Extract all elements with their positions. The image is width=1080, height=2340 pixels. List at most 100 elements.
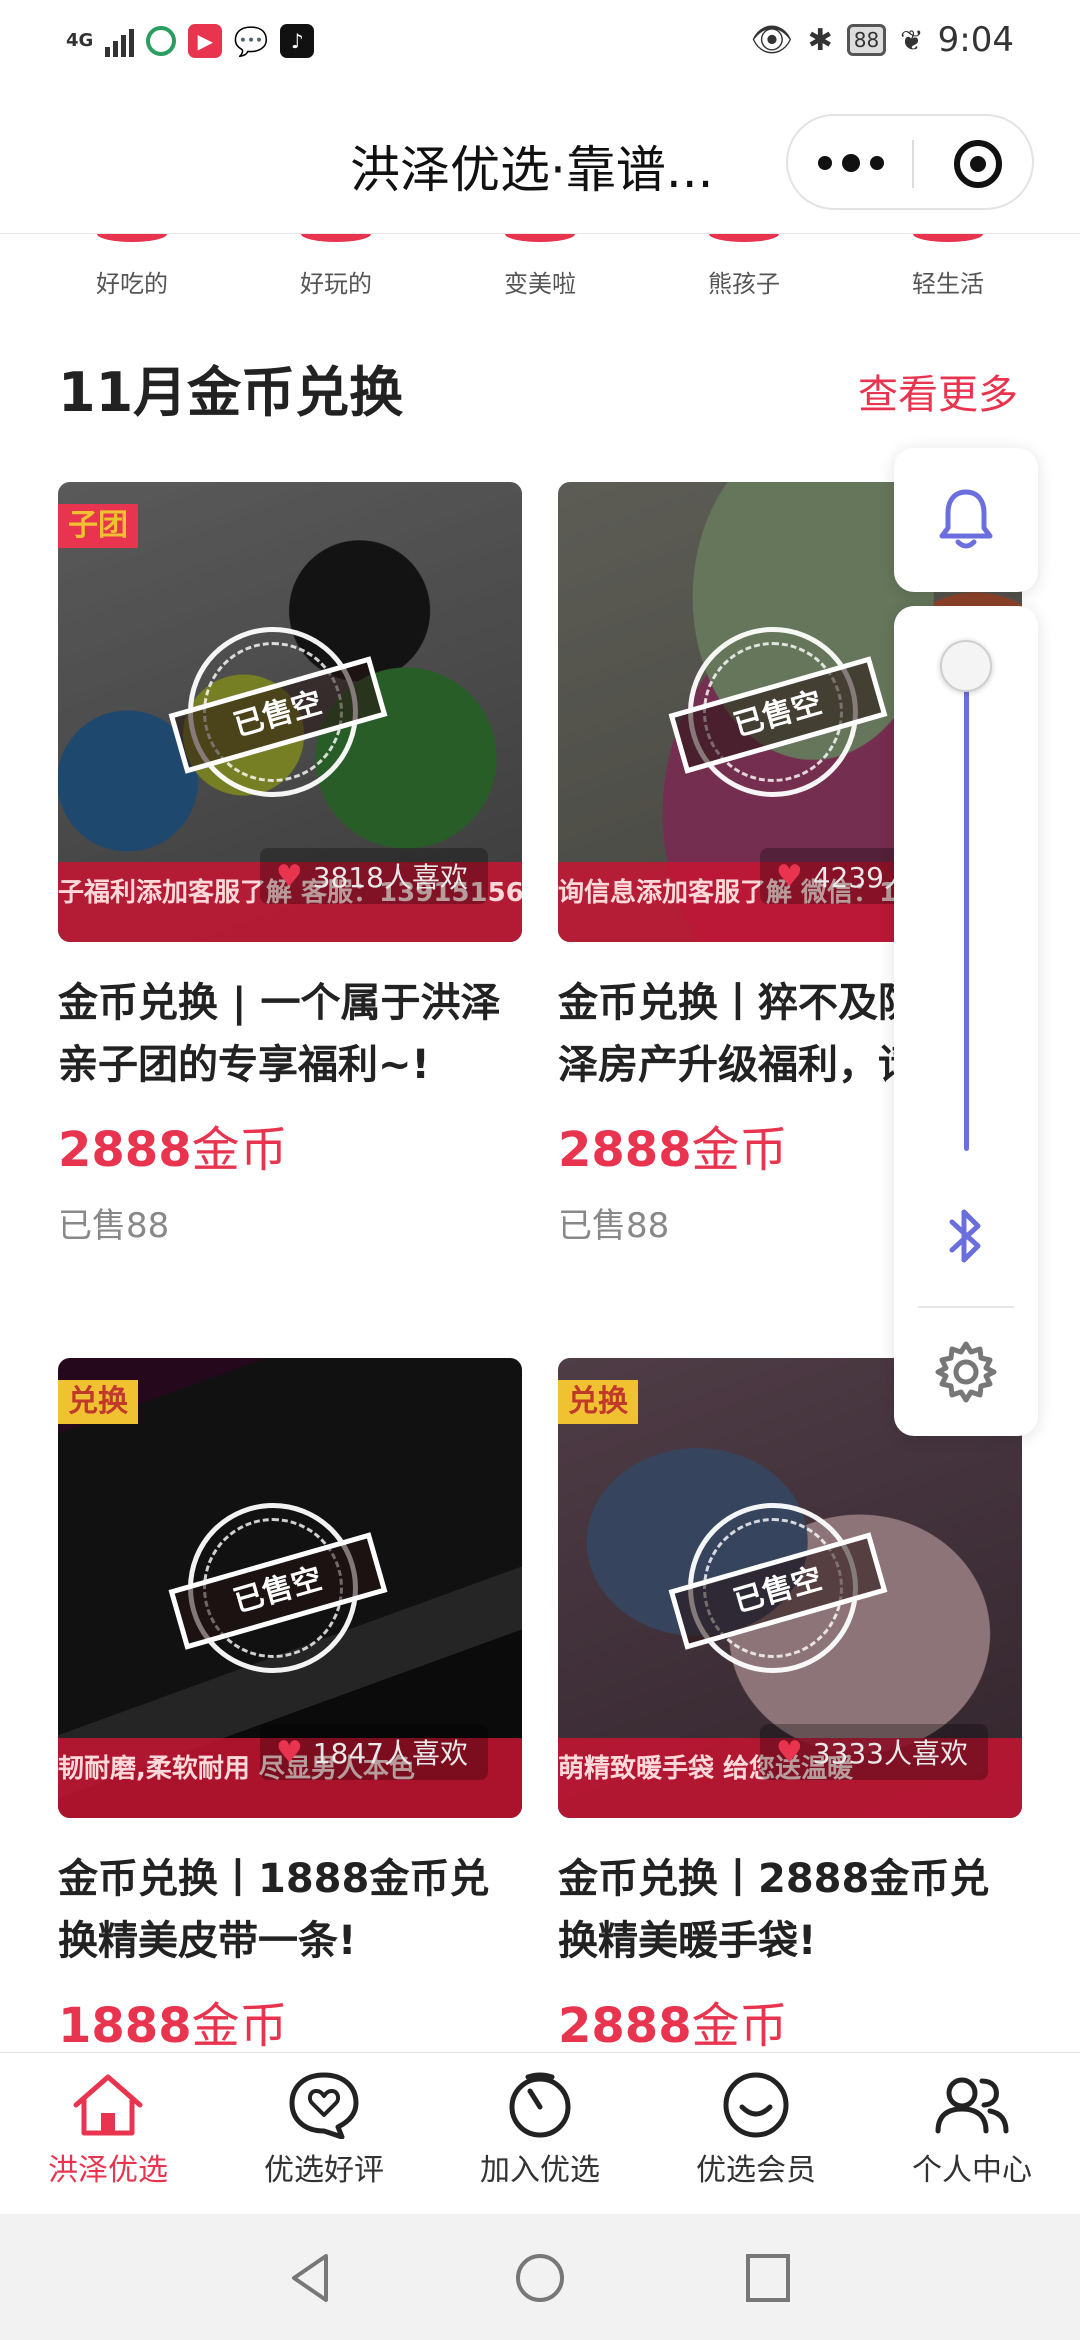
likes-badge: ♥ 3818人喜欢 [259, 848, 488, 904]
status-right: 👁 ✱ 88 ❦ 9:04 [750, 20, 1014, 60]
video-app-icon: ▶ [188, 24, 223, 58]
tab-label: 个人中心 [912, 2153, 1032, 2188]
clock: 9:04 [937, 20, 1014, 60]
browser-app-icon [146, 26, 177, 56]
category-icon [301, 234, 371, 242]
bell-icon [939, 489, 993, 549]
bluetooth-icon[interactable] [942, 1204, 990, 1268]
bottom-tab-bar: 洪泽优选 优选好评 加入优选 优选会员 个人中心 [0, 2052, 1080, 2214]
product-name[interactable]: 金币兑换丨2888金币兑换精美暖手袋! [558, 1848, 1022, 1972]
category-label: 好吃的 [96, 270, 168, 298]
volume-slider-track[interactable] [964, 666, 969, 1151]
recents-icon[interactable] [744, 2252, 792, 2304]
heart-icon: ♥ [275, 1734, 303, 1770]
sold-count: 已售88 [58, 1206, 170, 1246]
heart-chat-icon [289, 2072, 359, 2139]
sold-out-stamp: 已售空 [168, 1503, 388, 1673]
product-image[interactable]: 兑换 韧耐磨,柔软耐用 尽显男人本色 已售空 ♥ 1847人喜欢 [58, 1358, 522, 1818]
price-number: 2888 [558, 1998, 692, 2054]
heart-icon: ♥ [775, 1734, 803, 1770]
mini-program-capsule [786, 114, 1034, 210]
tab-label: 优选会员 [696, 2153, 816, 2188]
panel-divider [918, 1306, 1014, 1308]
category-label: 轻生活 [912, 270, 984, 298]
tab-home[interactable]: 洪泽优选 [0, 2053, 216, 2215]
close-target-icon[interactable] [954, 140, 1002, 188]
price-unit: 金币 [191, 1998, 288, 2054]
timer-icon [509, 2072, 571, 2138]
category-item[interactable]: 变美啦 [470, 234, 610, 299]
category-label: 熊孩子 [708, 270, 780, 298]
tab-label: 加入优选 [480, 2153, 600, 2188]
section-title: 11月金币兑换 [58, 361, 404, 424]
back-icon[interactable] [286, 2252, 334, 2304]
battery-icon: 88 [846, 24, 887, 56]
tab-label: 优选好评 [264, 2153, 384, 2188]
category-item[interactable]: 轻生活 [878, 234, 1018, 299]
home-icon [73, 2074, 143, 2136]
tiktok-icon: ♪ [280, 24, 315, 58]
product-image[interactable]: 子团 子福利添加客服了解 客服：13915156233 已售空 ♥ 3818人喜… [58, 482, 522, 942]
category-icon [913, 234, 983, 242]
product-name[interactable]: 金币兑换丨1888金币兑换精美皮带一条! [58, 1848, 522, 1972]
promo-tag: 子团 [58, 504, 138, 548]
users-icon [935, 2077, 1009, 2134]
network-label: 4G [66, 30, 94, 51]
tab-member[interactable]: 优选会员 [648, 2053, 864, 2215]
price-unit: 金币 [691, 1998, 788, 2054]
status-bar: 4G ▶ 💬 ♪ 👁 ✱ 88 ❦ 9:04 [0, 0, 1080, 90]
capsule-divider [912, 140, 914, 188]
product-card[interactable]: 兑换 萌精致暖手袋 给您送温暖 已售空 ♥ 3333人喜欢 金币兑换丨2888金… [558, 1358, 1022, 2056]
category-label: 变美啦 [504, 270, 576, 298]
price-unit: 金币 [691, 1122, 788, 1178]
sold-out-stamp: 已售空 [668, 627, 888, 797]
gear-icon[interactable] [934, 1340, 998, 1404]
product-name[interactable]: 金币兑换 | 一个属于洪泽亲子团的专享福利~! [58, 972, 522, 1096]
status-left: 4G ▶ 💬 ♪ [66, 24, 315, 58]
price-unit: 金币 [191, 1122, 288, 1178]
category-label: 好玩的 [300, 270, 372, 298]
view-more-link[interactable]: 查看更多 [858, 362, 1018, 420]
likes-count: 1847人喜欢 [312, 1737, 468, 1770]
category-icon [709, 234, 779, 242]
category-item[interactable]: 好玩的 [266, 234, 406, 299]
price-number: 1888 [58, 1998, 192, 2054]
tab-profile[interactable]: 个人中心 [864, 2053, 1080, 2215]
category-item[interactable]: 好吃的 [62, 234, 202, 299]
category-icon [97, 234, 167, 242]
price-number: 2888 [58, 1122, 192, 1178]
home-nav-icon[interactable] [514, 2252, 566, 2304]
category-item[interactable]: 熊孩子 [674, 234, 814, 299]
floating-control-panel [894, 606, 1038, 1436]
eye-icon: 👁 [750, 20, 794, 60]
tab-join[interactable]: 加入优选 [432, 2053, 648, 2215]
price-number: 2888 [558, 1122, 692, 1178]
promo-tag: 兑换 [558, 1380, 638, 1424]
product-price: 1888金币 [58, 1986, 522, 2056]
category-row: 好吃的 好玩的 变美啦 熊孩子 轻生活 [0, 234, 1080, 304]
likes-count: 3818人喜欢 [312, 861, 468, 894]
bluetooth-status-icon: ✱ [807, 22, 833, 58]
heart-icon: ♥ [775, 858, 803, 894]
category-icon [505, 234, 575, 242]
page-title: 洪泽优选·靠谱... [350, 141, 714, 199]
more-dots-icon[interactable] [818, 138, 884, 188]
volume-slider-thumb[interactable] [940, 640, 992, 692]
system-nav-bar [0, 2214, 1080, 2340]
smile-icon [723, 2072, 789, 2138]
product-card[interactable]: 子团 子福利添加客服了解 客服：13915156233 已售空 ♥ 3818人喜… [58, 482, 522, 1247]
wechat-icon: 💬 [233, 24, 269, 58]
likes-count: 3333人喜欢 [812, 1737, 968, 1770]
sold-out-stamp: 已售空 [168, 627, 388, 797]
product-price: 2888金币 [58, 1110, 522, 1180]
tab-reviews[interactable]: 优选好评 [216, 2053, 432, 2215]
title-bar: 洪泽优选·靠谱... [0, 90, 1080, 234]
promo-tag: 兑换 [58, 1380, 138, 1424]
tab-label: 洪泽优选 [48, 2153, 168, 2188]
likes-badge: ♥ 3333人喜欢 [759, 1724, 988, 1780]
signal-icon [105, 25, 135, 57]
sold-out-stamp: 已售空 [668, 1503, 888, 1673]
notification-button[interactable] [894, 448, 1038, 592]
product-card[interactable]: 兑换 韧耐磨,柔软耐用 尽显男人本色 已售空 ♥ 1847人喜欢 金币兑换丨18… [58, 1358, 522, 2056]
product-price: 2888金币 [558, 1986, 1022, 2056]
